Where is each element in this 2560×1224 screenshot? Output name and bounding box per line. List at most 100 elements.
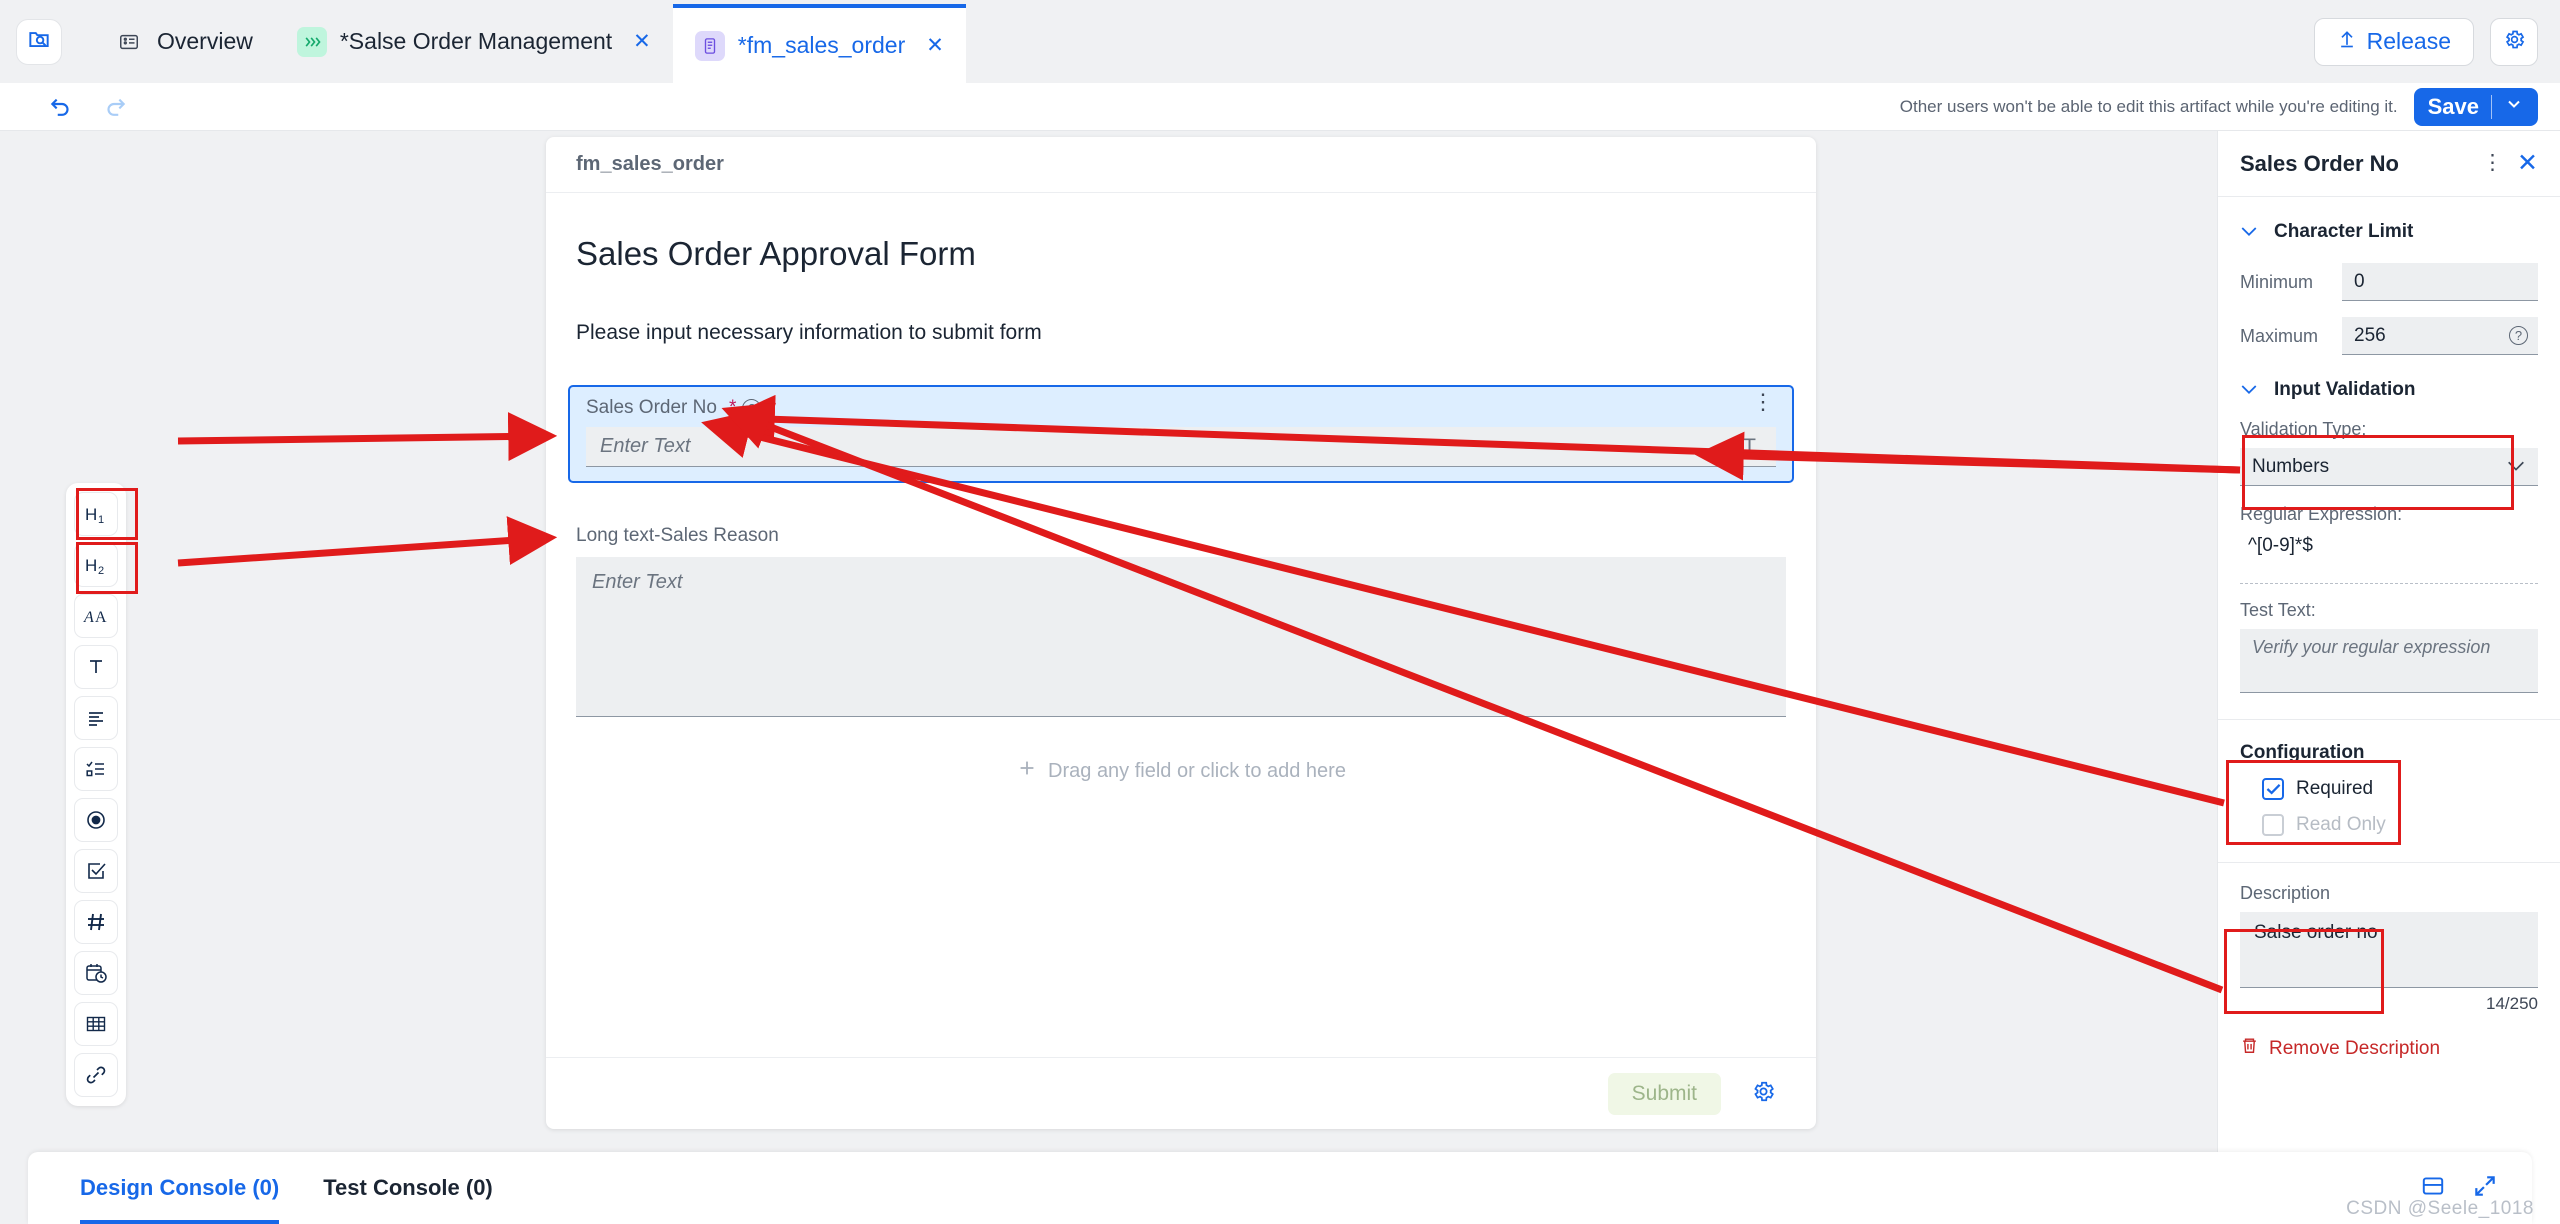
- app-launcher-button[interactable]: [16, 18, 62, 65]
- test-text-input[interactable]: Verify your regular expression: [2240, 629, 2538, 693]
- palette-item-checkbox[interactable]: [74, 849, 118, 893]
- page-title: Sales Order No: [2240, 150, 2399, 176]
- field-placeholder: Enter Text: [592, 571, 683, 593]
- validation-type-select[interactable]: Numbers: [2240, 448, 2538, 486]
- bottom-console: Design Console (0) Test Console (0): [28, 1152, 2532, 1224]
- description-input[interactable]: Salse order no: [2240, 912, 2538, 988]
- section-character-limit[interactable]: Character Limit: [2240, 197, 2538, 247]
- palette-item-rich-text[interactable]: AA: [74, 594, 118, 638]
- svg-text:A: A: [95, 609, 107, 626]
- svg-text:H: H: [85, 505, 97, 524]
- drop-zone[interactable]: Drag any field or click to add here: [568, 757, 1794, 785]
- palette-item-single-line-text[interactable]: [74, 645, 118, 689]
- text-type-icon: T: [1743, 434, 1756, 458]
- save-button[interactable]: Save: [2413, 87, 2538, 126]
- palette-item-heading-1[interactable]: H1: [74, 492, 118, 536]
- field-palette: H1 H2 AA: [66, 483, 126, 1106]
- maximum-input[interactable]: 256 ?: [2342, 317, 2538, 355]
- field-long-text-sales-reason[interactable]: Long text-Sales Reason Enter Text: [568, 525, 1794, 717]
- tab-close-icon[interactable]: ✕: [633, 31, 651, 52]
- plus-icon: [1016, 757, 1038, 785]
- row-maximum: Maximum 256 ?: [2240, 317, 2538, 355]
- close-icon[interactable]: ✕: [2517, 151, 2538, 176]
- form-settings-gear-icon[interactable]: [1751, 1079, 1776, 1109]
- edit-lock-hint: Other users won't be able to edit this a…: [1899, 96, 2398, 116]
- tab-overview-label: Overview: [157, 28, 253, 54]
- maximum-value: 256: [2354, 324, 2386, 346]
- minimum-input[interactable]: 0: [2342, 263, 2538, 301]
- gear-icon: [2503, 28, 2526, 56]
- regex-value: ^[0-9]*$: [2248, 535, 2313, 556]
- svg-text:H: H: [85, 556, 97, 575]
- properties-panel-header: Sales Order No ⋮ ✕: [2218, 131, 2560, 197]
- required-marker: *: [728, 397, 737, 418]
- tab-design-console[interactable]: Design Console (0): [58, 1152, 301, 1224]
- submit-button[interactable]: Submit: [1607, 1072, 1721, 1115]
- palette-item-date-time[interactable]: [74, 951, 118, 995]
- release-button[interactable]: Release: [2313, 17, 2474, 66]
- checkbox-read-only: [2262, 814, 2284, 836]
- remove-description-label: Remove Description: [2269, 1037, 2441, 1059]
- checkbox-required-row[interactable]: Required: [2240, 778, 2538, 800]
- test-text-label: Test Text:: [2240, 600, 2316, 620]
- save-label: Save: [2427, 93, 2479, 119]
- checkbox-required[interactable]: [2262, 778, 2284, 800]
- palette-item-heading-2[interactable]: H2: [74, 543, 118, 587]
- expand-icon[interactable]: [2472, 1173, 2498, 1204]
- field-input-sales-order-no[interactable]: Enter Text T: [586, 427, 1776, 467]
- description-counter: 14/250: [2486, 994, 2538, 1013]
- more-vertical-icon[interactable]: ⋮: [1752, 390, 1774, 412]
- tab-test-console-label: Test Console (0): [323, 1175, 493, 1200]
- minimum-label: Minimum: [2240, 271, 2314, 292]
- undo-icon[interactable]: [48, 91, 74, 122]
- field-label: Sales Order No: [586, 397, 717, 418]
- more-vertical-icon[interactable]: ⋮: [2482, 153, 2503, 173]
- list-card-icon: [114, 27, 144, 57]
- folder-search-icon: [26, 26, 52, 57]
- drop-zone-label: Drag any field or click to add here: [1048, 759, 1346, 782]
- release-label: Release: [2366, 28, 2451, 54]
- section-configuration-label: Configuration: [2240, 742, 2365, 763]
- form-subtitle: Please input necessary information to su…: [576, 321, 1042, 344]
- tab-design-console-label: Design Console (0): [80, 1175, 280, 1200]
- chevrons-right-icon: [296, 26, 327, 57]
- field-textarea-sales-reason[interactable]: Enter Text: [576, 557, 1786, 717]
- form-breadcrumb: fm_sales_order: [546, 137, 1816, 193]
- palette-item-table[interactable]: [74, 1002, 118, 1046]
- upload-icon: [2337, 28, 2357, 55]
- properties-panel: Sales Order No ⋮ ✕ Character Limit Minim…: [2217, 131, 2560, 1224]
- tab-close-icon[interactable]: ✕: [926, 35, 944, 56]
- chevron-down-icon[interactable]: [2504, 94, 2524, 120]
- checkbox-read-only-row: Read Only: [2240, 814, 2538, 836]
- svg-text:1: 1: [98, 514, 104, 525]
- tab-test-console[interactable]: Test Console (0): [301, 1152, 515, 1224]
- palette-item-checklist[interactable]: [74, 747, 118, 791]
- checkbox-read-only-label: Read Only: [2296, 814, 2386, 835]
- panel-bottom-icon[interactable]: [2420, 1173, 2446, 1204]
- redo-icon: [102, 91, 128, 122]
- top-tab-bar: Overview *Salse Order Management ✕ *fm_s…: [0, 0, 2560, 83]
- tab-fm-sales-order[interactable]: *fm_sales_order ✕: [672, 4, 966, 83]
- description-label: Description: [2240, 883, 2331, 903]
- question-circle-icon[interactable]: ?: [2509, 326, 2528, 345]
- palette-item-long-text[interactable]: [74, 696, 118, 740]
- field-label: Long text-Sales Reason: [576, 525, 779, 546]
- test-text-placeholder: Verify your regular expression: [2252, 637, 2491, 657]
- minimum-value: 0: [2354, 270, 2365, 292]
- maximum-label: Maximum: [2240, 325, 2319, 346]
- palette-item-radio-button[interactable]: [74, 798, 118, 842]
- palette-item-number[interactable]: [74, 900, 118, 944]
- svg-text:A: A: [83, 609, 94, 626]
- palette-item-link[interactable]: [74, 1053, 118, 1097]
- remove-description-button[interactable]: Remove Description: [2240, 1014, 2538, 1061]
- field-sales-order-no[interactable]: Sales Order No * ? ⋮ Enter Text T: [568, 385, 1794, 483]
- tab-salse-order-management[interactable]: *Salse Order Management ✕: [275, 0, 673, 83]
- section-input-validation[interactable]: Input Validation: [2240, 355, 2538, 405]
- section-label: Character Limit: [2274, 221, 2414, 242]
- tab-overview[interactable]: Overview: [92, 0, 275, 83]
- settings-button[interactable]: [2490, 17, 2538, 66]
- validation-type-value: Numbers: [2252, 455, 2330, 477]
- question-circle-icon[interactable]: ?: [742, 398, 762, 418]
- validation-type-label: Validation Type:: [2240, 419, 2367, 439]
- svg-text:2: 2: [98, 565, 104, 576]
